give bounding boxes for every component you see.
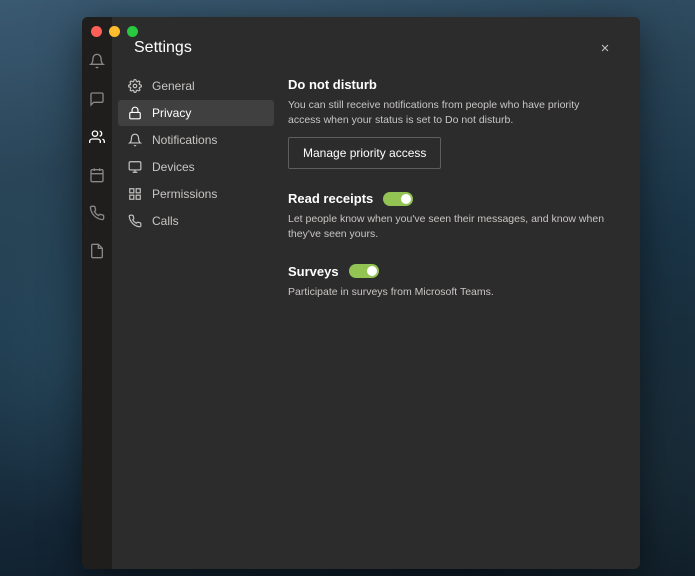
window-close-button[interactable] — [91, 26, 102, 37]
settings-body: General Privacy Notifications Devices Pe… — [112, 73, 640, 569]
section-desc: You can still receive notifications from… — [288, 98, 612, 127]
section-title: Read receipts — [288, 191, 612, 206]
section-desc: Participate in surveys from Microsoft Te… — [288, 285, 612, 300]
nav-item-devices[interactable]: Devices — [118, 154, 274, 180]
read-receipts-toggle[interactable] — [383, 192, 413, 206]
section-surveys: Surveys Participate in surveys from Micr… — [288, 264, 612, 300]
rail-files-icon[interactable] — [89, 243, 105, 259]
window-controls — [91, 26, 138, 37]
rail-activity-icon[interactable] — [89, 53, 105, 69]
rail-chat-icon[interactable] — [89, 91, 105, 107]
settings-nav: General Privacy Notifications Devices Pe… — [112, 73, 280, 569]
nav-item-label: General — [152, 79, 195, 93]
nav-item-permissions[interactable]: Permissions — [118, 181, 274, 207]
manage-priority-access-button[interactable]: Manage priority access — [288, 137, 441, 169]
close-button[interactable] — [592, 35, 618, 61]
section-title-label: Read receipts — [288, 191, 373, 206]
close-icon — [599, 42, 611, 54]
settings-panel: Settings General Privacy Notifications — [112, 17, 640, 569]
nav-item-label: Devices — [152, 160, 195, 174]
nav-item-general[interactable]: General — [118, 73, 274, 99]
section-title-label: Surveys — [288, 264, 339, 279]
window-zoom-button[interactable] — [127, 26, 138, 37]
window-minimize-button[interactable] — [109, 26, 120, 37]
rail-calls-icon[interactable] — [89, 205, 105, 221]
section-title: Do not disturb — [288, 77, 612, 92]
app-window: Settings General Privacy Notifications — [82, 17, 640, 569]
monitor-icon — [128, 160, 142, 174]
nav-item-label: Calls — [152, 214, 179, 228]
app-rail — [82, 17, 112, 569]
bell-icon — [128, 133, 142, 147]
nav-item-notifications[interactable]: Notifications — [118, 127, 274, 153]
rail-calendar-icon[interactable] — [89, 167, 105, 183]
section-title: Surveys — [288, 264, 612, 279]
grid-icon — [128, 187, 142, 201]
section-read-receipts: Read receipts Let people know when you'v… — [288, 191, 612, 241]
rail-teams-icon[interactable] — [89, 129, 105, 145]
phone-icon — [128, 214, 142, 228]
settings-content: Do not disturb You can still receive not… — [280, 73, 640, 569]
nav-item-calls[interactable]: Calls — [118, 208, 274, 234]
surveys-toggle[interactable] — [349, 264, 379, 278]
gear-icon — [128, 79, 142, 93]
settings-header: Settings — [112, 17, 640, 73]
section-do-not-disturb: Do not disturb You can still receive not… — [288, 77, 612, 169]
settings-title: Settings — [134, 39, 192, 57]
nav-item-label: Privacy — [152, 106, 191, 120]
nav-item-label: Notifications — [152, 133, 217, 147]
nav-item-label: Permissions — [152, 187, 217, 201]
nav-item-privacy[interactable]: Privacy — [118, 100, 274, 126]
lock-icon — [128, 106, 142, 120]
section-desc: Let people know when you've seen their m… — [288, 212, 612, 241]
